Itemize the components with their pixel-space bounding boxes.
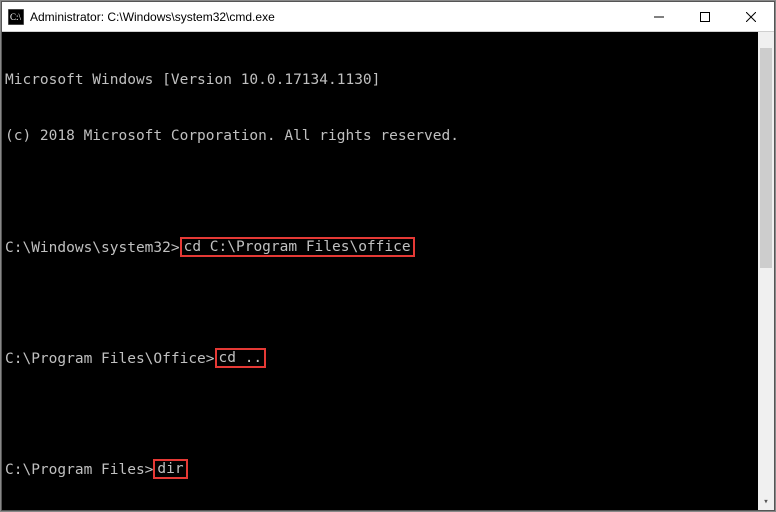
blank-line xyxy=(2,404,774,423)
prompt-line-2: C:\Program Files\Office>cd .. xyxy=(2,349,774,368)
prompt-2: C:\Program Files\Office> xyxy=(5,351,215,367)
scroll-down-button[interactable]: ▾ xyxy=(758,494,774,510)
svg-text:C:\: C:\ xyxy=(10,12,22,22)
minimize-button[interactable] xyxy=(636,2,682,31)
cmd-window: C:\ Administrator: C:\Windows\system32\c… xyxy=(1,1,775,511)
scroll-track[interactable] xyxy=(758,48,774,494)
prompt-line-3: C:\Program Files>dir xyxy=(2,460,774,479)
vertical-scrollbar[interactable]: ▴ ▾ xyxy=(758,32,774,510)
prompt-line-1: C:\Windows\system32>cd C:\Program Files\… xyxy=(2,238,774,257)
window-title: Administrator: C:\Windows\system32\cmd.e… xyxy=(30,10,636,24)
cmd-icon: C:\ xyxy=(8,9,24,25)
blank-line xyxy=(2,293,774,312)
maximize-button[interactable] xyxy=(682,2,728,31)
prompt-1: C:\Windows\system32> xyxy=(5,240,180,256)
copyright-line: (c) 2018 Microsoft Corporation. All righ… xyxy=(2,127,774,146)
version-line: Microsoft Windows [Version 10.0.17134.11… xyxy=(2,71,774,90)
highlight-cmd-1: cd C:\Program Files\office xyxy=(180,237,415,257)
prompt-3: C:\Program Files> xyxy=(5,462,153,478)
terminal-area[interactable]: Microsoft Windows [Version 10.0.17134.11… xyxy=(2,32,774,510)
titlebar[interactable]: C:\ Administrator: C:\Windows\system32\c… xyxy=(2,2,774,32)
highlight-cmd-3: dir xyxy=(153,459,187,479)
window-controls xyxy=(636,2,774,31)
scroll-thumb[interactable] xyxy=(760,48,772,268)
highlight-cmd-2: cd .. xyxy=(215,348,267,368)
blank-line xyxy=(2,182,774,201)
close-button[interactable] xyxy=(728,2,774,31)
